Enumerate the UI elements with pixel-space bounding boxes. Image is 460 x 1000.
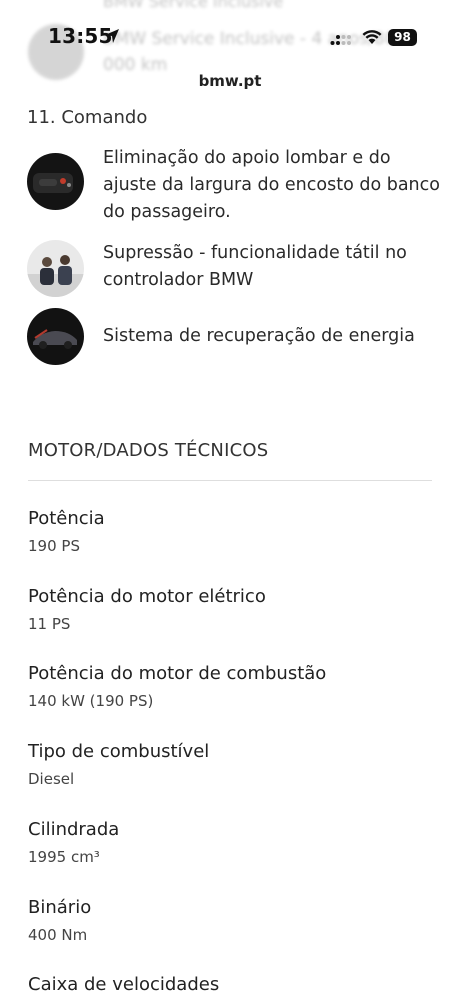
spec-item: Potência do motor de combustão 140 kW (1… [28, 662, 432, 711]
wifi-icon [362, 29, 382, 49]
divider [28, 480, 432, 481]
battery-indicator: 98 [388, 29, 417, 46]
car-thumbnail [27, 308, 84, 365]
spec-label: Cilindrada [28, 819, 120, 840]
people-thumbnail [27, 240, 84, 297]
url-bar[interactable]: bmw.pt [0, 72, 460, 90]
list-item-text: Supressão - funcionalidade tátil no cont… [103, 243, 407, 290]
spec-label: Tipo de combustível [28, 741, 210, 762]
spec-value: 190 PS [28, 537, 80, 555]
spec-item: Cilindrada 1995 cm³ [28, 818, 432, 867]
spec-item: Potência 190 PS [28, 507, 432, 556]
tech-data-heading: MOTOR/DADOS TÉCNICOS [28, 440, 269, 461]
cellular-signal-icon [330, 31, 352, 50]
spec-label: Potência do motor de combustão [28, 663, 327, 684]
spec-label: Potência do motor elétrico [28, 586, 266, 607]
status-time: 13:55 [48, 24, 113, 48]
spec-item: Binário 400 Nm [28, 896, 432, 945]
background-partial-title: BMW Service Inclusive [103, 0, 284, 11]
spec-item: Potência do motor elétrico 11 PS [28, 585, 432, 634]
location-arrow-icon [104, 28, 120, 48]
spec-value: Diesel [28, 770, 75, 788]
spec-label: Caixa de velocidades [28, 974, 220, 995]
section-title: 11. Comando [27, 107, 148, 128]
list-item-text: Eliminação do apoio lombar e do ajuste d… [103, 148, 440, 222]
spec-item: Tipo de combustível Diesel [28, 740, 432, 789]
spec-label: Binário [28, 897, 92, 918]
spec-value: 1995 cm³ [28, 848, 100, 866]
status-bar: 13:55 98 [0, 22, 460, 52]
spec-value: 400 Nm [28, 926, 88, 944]
spec-item: Caixa de velocidades [28, 973, 432, 997]
spec-label: Potência [28, 508, 105, 529]
spec-value: 11 PS [28, 615, 71, 633]
list-item-text: Sistema de recuperação de energia [103, 326, 415, 346]
spec-value: 140 kW (190 PS) [28, 692, 154, 710]
seat-control-thumbnail [27, 153, 84, 210]
